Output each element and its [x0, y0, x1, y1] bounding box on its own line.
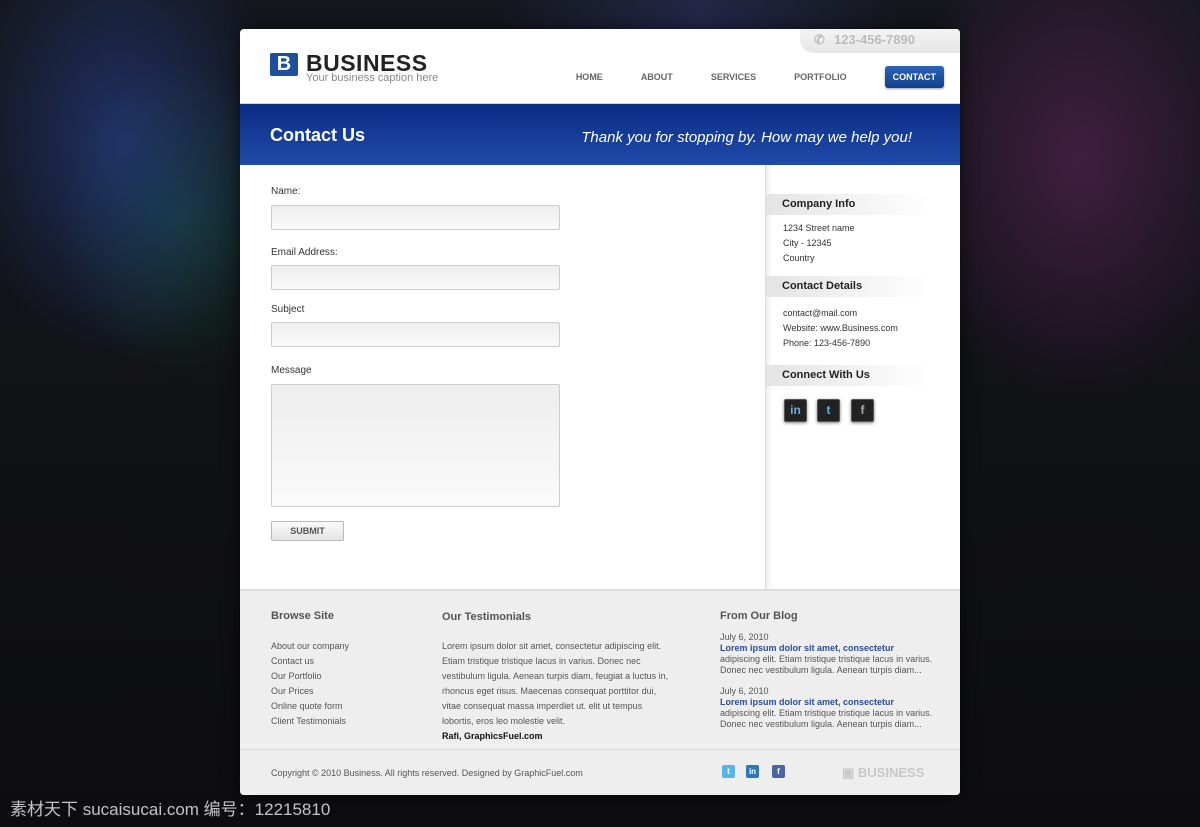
blog-title-link[interactable]: Lorem ipsum dolor sit amet, consectetur: [720, 697, 932, 708]
footer-link[interactable]: Contact us: [271, 654, 349, 669]
company-info-heading: Company Info: [766, 194, 931, 215]
contact-email[interactable]: contact@mail.com: [783, 308, 857, 318]
footer-link[interactable]: Online quote form: [271, 699, 349, 714]
linkedin-icon[interactable]: in: [746, 765, 759, 778]
blog-title-link[interactable]: Lorem ipsum dolor sit amet, consectetur: [720, 643, 932, 654]
testimonial-line: Lorem ipsum dolor sit amet, consectetur …: [442, 641, 662, 651]
facebook-icon[interactable]: f: [851, 399, 874, 422]
message-label: Message: [271, 365, 312, 376]
contact-website[interactable]: Website: www.Business.com: [783, 323, 898, 333]
copyright: Copyright © 2010 Business. All rights re…: [271, 768, 583, 778]
logo-icon[interactable]: B: [270, 53, 298, 76]
address-line: 1234 Street name: [783, 223, 855, 233]
subject-input[interactable]: [271, 322, 560, 347]
footer-link[interactable]: Our Portfolio: [271, 669, 349, 684]
banner-tagline: Thank you for stopping by. How may we he…: [581, 129, 912, 146]
connect-heading: Connect With Us: [766, 365, 931, 386]
nav-portfolio[interactable]: PORTFOLIO: [794, 72, 847, 82]
phone-tab: ✆ 123-456-7890: [800, 29, 960, 53]
logo-caption: Your business caption here: [306, 72, 439, 84]
phone-number: 123-456-7890: [834, 32, 915, 47]
banner: Contact Us Thank you for stopping by. Ho…: [240, 103, 960, 165]
address-line: Country: [783, 253, 815, 263]
testimonial-line: vitae consequat massa imperdiet ut. elit…: [442, 701, 643, 711]
phone-icon: ✆: [814, 32, 825, 47]
nav-about[interactable]: ABOUT: [641, 72, 673, 82]
footer-link[interactable]: Client Testimonials: [271, 714, 349, 729]
email-input[interactable]: [271, 265, 560, 290]
testimonial-line: rhoncus eget risus. Maecenas consequat p…: [442, 686, 657, 696]
main-nav: HOME ABOUT SERVICES PORTFOLIO CONTACT: [538, 66, 944, 88]
submit-button[interactable]: SUBMIT: [271, 521, 344, 541]
testimonial-line: Etiam tristique tristique lacus in variu…: [442, 656, 641, 666]
blog-heading: From Our Blog: [720, 610, 798, 622]
contact-details-heading: Contact Details: [766, 276, 931, 297]
page: B BUSINESS Your business caption here ✆ 1…: [240, 29, 960, 795]
sidebar: Company Info 1234 Street name City - 123…: [765, 165, 960, 589]
browse-heading: Browse Site: [271, 610, 334, 622]
testimonial-author: Rafi, GraphicsFuel.com: [442, 731, 543, 741]
footer-link[interactable]: About our company: [271, 639, 349, 654]
blog-excerpt: Donec nec vestibulum ligula. Aenean turp…: [720, 665, 922, 675]
blog-date: July 6, 2010: [720, 686, 769, 696]
main: Name: Email Address: Subject Message SUB…: [240, 165, 960, 589]
blog-date: July 6, 2010: [720, 632, 769, 642]
footer-divider: [240, 749, 960, 750]
footer-links: About our company Contact us Our Portfol…: [271, 639, 349, 729]
name-input[interactable]: [271, 205, 560, 230]
subject-label: Subject: [271, 304, 305, 315]
blog-excerpt: adipiscing elit. Etiam tristique tristiq…: [720, 654, 933, 664]
footer-logo[interactable]: ▣ BUSINESS: [842, 765, 924, 781]
contact-phone: Phone: 123-456-7890: [783, 338, 871, 348]
header: B BUSINESS Your business caption here ✆ 1…: [240, 29, 960, 103]
name-label: Name:: [271, 186, 301, 197]
nav-contact[interactable]: CONTACT: [884, 66, 944, 88]
nav-services[interactable]: SERVICES: [711, 72, 756, 82]
message-textarea[interactable]: [271, 384, 560, 507]
watermark: 素材天下 sucaisucai.com 编号：12215810: [10, 800, 331, 819]
twitter-icon[interactable]: t: [722, 765, 735, 778]
email-label: Email Address:: [271, 247, 338, 258]
footer: Browse Site About our company Contact us…: [240, 589, 960, 795]
blog-excerpt: Donec nec vestibulum ligula. Aenean turp…: [720, 719, 922, 729]
page-title: Contact Us: [270, 125, 366, 145]
blog-post: July 6, 2010 Lorem ipsum dolor sit amet,…: [720, 686, 932, 730]
footer-link[interactable]: Our Prices: [271, 684, 349, 699]
testimonial-line: vestibulum ligula. Aenean turpis diam, f…: [442, 671, 669, 681]
blog-excerpt: adipiscing elit. Etiam tristique tristiq…: [720, 708, 933, 718]
footer-logo-text: BUSINESS: [857, 765, 925, 780]
facebook-icon[interactable]: f: [772, 765, 785, 778]
twitter-icon[interactable]: t: [817, 399, 840, 422]
nav-home[interactable]: HOME: [576, 72, 603, 82]
testimonial-line: lobortis, eros leo molestie velit.: [442, 716, 566, 726]
testimonial-text: Lorem ipsum dolor sit amet, consectetur …: [442, 639, 668, 744]
blog-post: July 6, 2010 Lorem ipsum dolor sit amet,…: [720, 632, 932, 676]
testimonials-heading: Our Testimonials: [442, 611, 532, 623]
address-line: City - 12345: [783, 238, 832, 248]
linkedin-icon[interactable]: in: [784, 399, 807, 422]
